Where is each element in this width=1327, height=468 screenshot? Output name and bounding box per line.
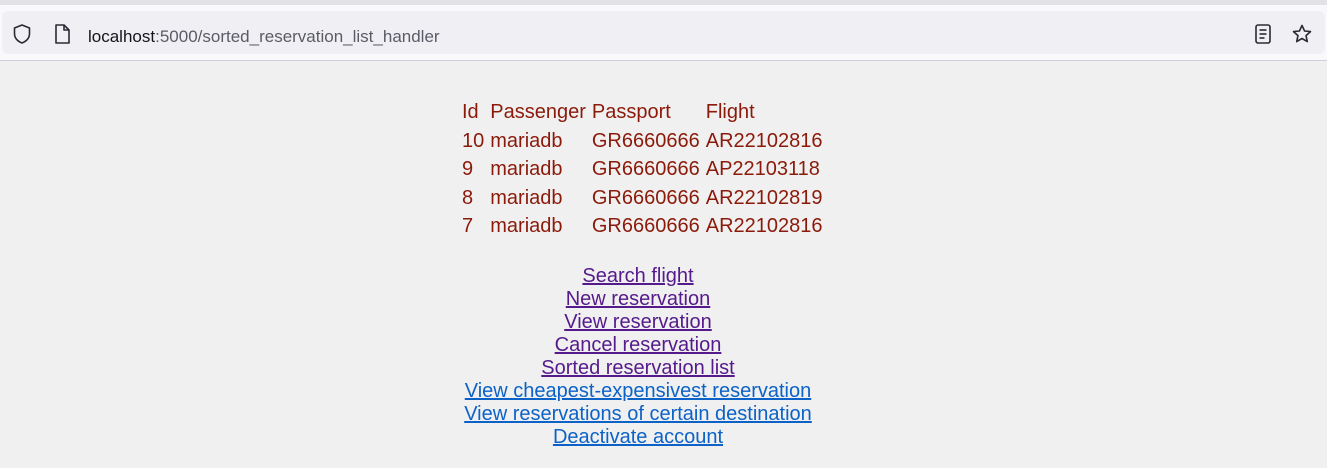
navigation-links: Search flight New reservation View reser… — [0, 265, 1276, 449]
cell-passenger: mariadb — [490, 158, 563, 181]
table-row: 8 mariadb GR6660666 AR22102819 — [459, 184, 826, 213]
column-header-passport: Passport — [591, 101, 671, 124]
sorted-reservation-list-link[interactable]: Sorted reservation list — [541, 357, 734, 380]
cell-flight: AR22102816 — [705, 215, 823, 238]
cell-id: 9 — [462, 158, 474, 181]
cell-flight: AR22102816 — [705, 129, 823, 152]
cell-id: 10 — [462, 129, 485, 152]
cell-passport: GR6660666 — [591, 158, 700, 181]
cell-passport: GR6660666 — [591, 186, 700, 209]
view-reservations-destination-link[interactable]: View reservations of certain destination — [464, 403, 812, 426]
url-text[interactable]: localhost:5000/sorted_reservation_list_h… — [88, 27, 440, 47]
cell-passenger: mariadb — [490, 129, 563, 152]
cancel-reservation-link[interactable]: Cancel reservation — [555, 334, 722, 357]
new-reservation-link[interactable]: New reservation — [566, 288, 711, 311]
url-path: :5000/sorted_reservation_list_handler — [155, 27, 440, 46]
view-reservation-link[interactable]: View reservation — [564, 311, 711, 334]
cell-passenger: mariadb — [490, 186, 563, 209]
bookmark-star-icon[interactable] — [1290, 22, 1314, 46]
cell-passport: GR6660666 — [591, 215, 700, 238]
table-row: 10 mariadb GR6660666 AR22102816 — [459, 127, 826, 156]
cell-flight: AR22102819 — [705, 186, 823, 209]
column-header-passenger: Passenger — [490, 101, 586, 124]
reservation-table: Id Passenger Passport Flight 10 mariadb … — [459, 98, 826, 241]
cell-flight: AP22103118 — [705, 158, 820, 181]
search-flight-link[interactable]: Search flight — [582, 265, 693, 288]
shield-icon[interactable] — [10, 22, 34, 46]
cell-id: 7 — [462, 215, 474, 238]
column-header-flight: Flight — [705, 101, 755, 124]
view-cheapest-expensivest-link[interactable]: View cheapest-expensivest reservation — [465, 380, 811, 403]
reader-view-icon[interactable] — [1251, 22, 1275, 46]
deactivate-account-link[interactable]: Deactivate account — [553, 426, 723, 449]
page-content: Id Passenger Passport Flight 10 mariadb … — [0, 62, 1327, 468]
browser-toolbar: localhost:5000/sorted_reservation_list_h… — [0, 5, 1327, 61]
cell-passenger: mariadb — [490, 215, 563, 238]
cell-id: 8 — [462, 186, 474, 209]
page-icon[interactable] — [50, 22, 74, 46]
table-row: 7 mariadb GR6660666 AR22102816 — [459, 212, 826, 241]
url-host: localhost — [88, 27, 156, 46]
cell-passport: GR6660666 — [591, 129, 700, 152]
table-row: 9 mariadb GR6660666 AP22103118 — [459, 155, 826, 184]
column-header-id: Id — [462, 101, 479, 124]
table-header-row: Id Passenger Passport Flight — [459, 98, 826, 127]
